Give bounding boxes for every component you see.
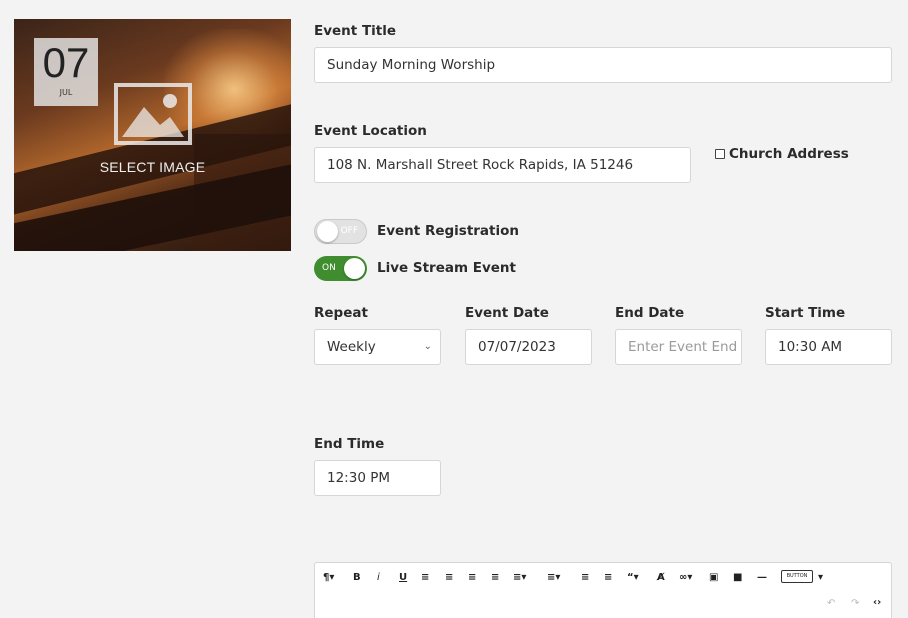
- date-tile: 07 JUL: [34, 38, 98, 106]
- align-left-icon[interactable]: ≡: [421, 571, 429, 585]
- event-title-label: Event Title: [314, 23, 397, 39]
- description-editor[interactable]: ¶▾ B i U ≡ ≡ ≡ ≡ ≡▾ ≡▾ ≡ ≡ “▾ A̸ ∞▾ ▣ ■ …: [314, 562, 892, 618]
- repeat-value: Weekly: [327, 339, 376, 355]
- bold-icon[interactable]: B: [353, 571, 361, 585]
- live-stream-toggle[interactable]: ON: [314, 256, 367, 281]
- image-placeholder-icon: [114, 83, 192, 145]
- event-date-input[interactable]: 07/07/2023: [465, 329, 592, 365]
- undo-icon[interactable]: ↶: [827, 597, 835, 611]
- event-location-label: Event Location: [314, 123, 427, 139]
- event-location-input[interactable]: 108 N. Marshall Street Rock Rapids, IA 5…: [314, 147, 691, 183]
- underline-icon[interactable]: U: [399, 571, 407, 585]
- button-insert[interactable]: BUTTON: [781, 570, 813, 583]
- event-date-label: Event Date: [465, 305, 549, 321]
- start-time-label: Start Time: [765, 305, 846, 321]
- clear-format-icon[interactable]: A̸: [657, 571, 665, 585]
- chevron-down-icon[interactable]: ▾: [818, 571, 823, 585]
- bullet-list-icon[interactable]: ≡▾: [547, 571, 560, 585]
- event-image-selector[interactable]: 07 JUL SELECT IMAGE: [14, 19, 291, 251]
- quote-icon[interactable]: “▾: [627, 571, 639, 585]
- date-day: 07: [42, 39, 90, 86]
- paragraph-icon[interactable]: ¶▾: [323, 571, 334, 585]
- align-right-icon[interactable]: ≡: [468, 571, 476, 585]
- horizontal-rule-icon[interactable]: —: [757, 571, 767, 585]
- end-date-input[interactable]: Enter Event End: [615, 329, 742, 365]
- align-center-icon[interactable]: ≡: [445, 571, 453, 585]
- chevron-down-icon: ⌄: [423, 341, 432, 352]
- redo-icon[interactable]: ↷: [851, 597, 859, 611]
- toggle-knob: [344, 258, 365, 279]
- justify-icon[interactable]: ≡: [491, 571, 499, 585]
- toggle-state: OFF: [340, 226, 358, 236]
- event-title-input[interactable]: Sunday Morning Worship: [314, 47, 892, 83]
- outdent-icon[interactable]: ≡: [581, 571, 589, 585]
- ordered-list-icon[interactable]: ≡▾: [513, 571, 526, 585]
- toggle-knob: [317, 221, 338, 242]
- toggle-state: ON: [322, 263, 336, 273]
- image-icon[interactable]: ▣: [709, 571, 718, 585]
- repeat-select[interactable]: Weekly ⌄: [314, 329, 441, 365]
- code-view-icon[interactable]: ‹›: [873, 596, 881, 610]
- end-date-label: End Date: [615, 305, 685, 321]
- start-time-input[interactable]: 10:30 AM: [765, 329, 892, 365]
- church-address-label: Church Address: [729, 146, 849, 162]
- italic-icon[interactable]: i: [377, 571, 380, 585]
- end-time-input[interactable]: 12:30 PM: [314, 460, 441, 496]
- date-month: JUL: [59, 88, 73, 97]
- link-icon[interactable]: ∞▾: [679, 571, 692, 585]
- live-stream-label: Live Stream Event: [377, 260, 516, 276]
- repeat-label: Repeat: [314, 305, 368, 321]
- video-icon[interactable]: ■: [733, 571, 742, 585]
- select-image-label: SELECT IMAGE: [99, 159, 206, 175]
- event-registration-toggle[interactable]: OFF: [314, 219, 367, 244]
- event-registration-label: Event Registration: [377, 223, 520, 239]
- indent-icon[interactable]: ≡: [604, 571, 612, 585]
- church-address-checkbox[interactable]: [715, 149, 725, 159]
- end-time-label: End Time: [314, 436, 385, 452]
